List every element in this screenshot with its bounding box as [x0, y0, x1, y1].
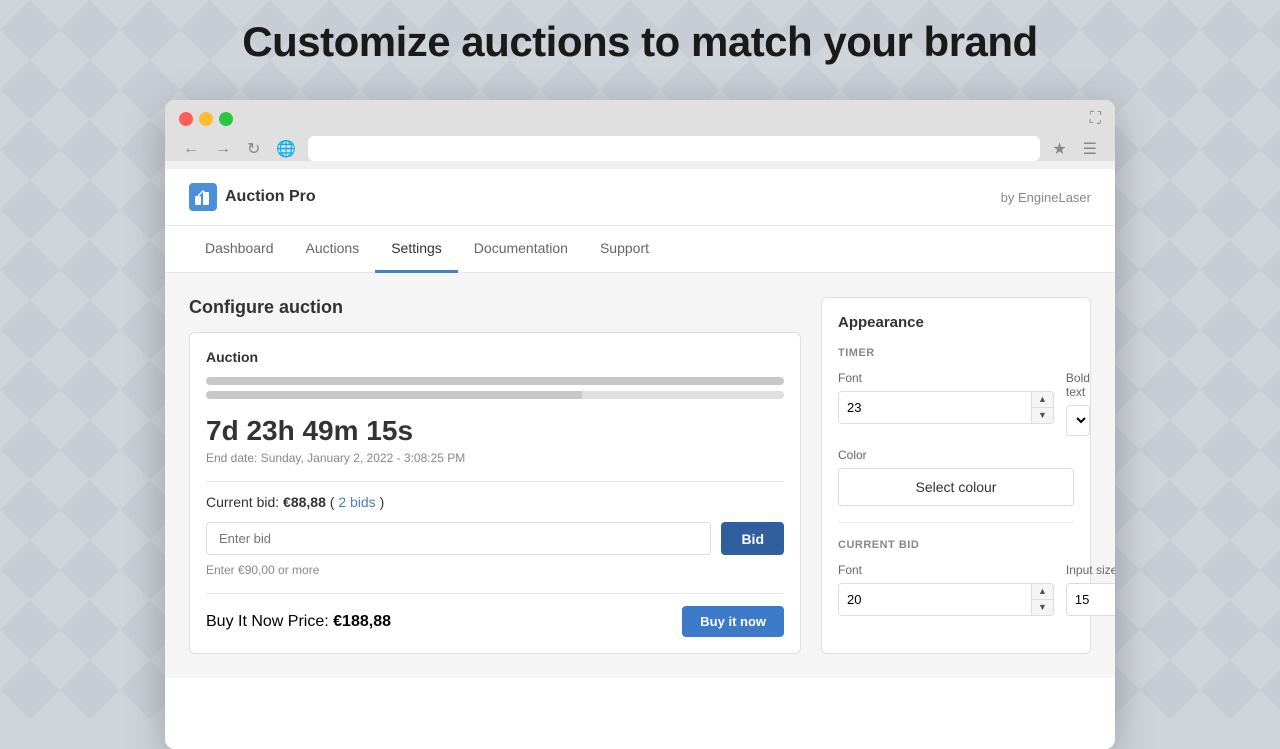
timer-section-label: TIMER — [838, 347, 1074, 359]
logo-icon — [189, 183, 217, 211]
progress-fill-partial — [206, 391, 582, 399]
expand-button[interactable]: ⛶ — [1090, 110, 1101, 128]
bid-count: 2 bids — [338, 494, 375, 510]
tab-documentation[interactable]: Documentation — [458, 226, 584, 273]
color-field-group: Color Select colour — [838, 448, 1074, 506]
color-label: Color — [838, 448, 1074, 462]
app-nav: Dashboard Auctions Settings Documentatio… — [165, 226, 1115, 273]
back-button[interactable]: ← — [179, 138, 203, 160]
font-field-group: Font ▲ ▼ — [838, 371, 1054, 436]
section-divider — [838, 522, 1074, 523]
appearance-panel: Appearance TIMER Font ▲ ▼ — [821, 297, 1091, 654]
menu-icon[interactable]: ☰ — [1079, 137, 1101, 161]
appearance-title: Appearance — [838, 314, 1074, 331]
app-by-label: by EngineLaser — [1001, 190, 1091, 205]
tab-settings[interactable]: Settings — [375, 226, 458, 273]
current-bid-fields: Font ▲ ▼ Input size — [838, 563, 1074, 616]
font-label: Font — [838, 371, 1054, 385]
section-title: Configure auction — [189, 297, 801, 318]
browser-content: Auction Pro by EngineLaser Dashboard Auc… — [165, 169, 1115, 749]
bid-input[interactable] — [206, 522, 711, 555]
input-size-wrapper: ▲ ▼ — [1066, 583, 1115, 616]
min-bid-note: Enter €90,00 or more — [206, 563, 784, 577]
current-bid-font-increment[interactable]: ▲ — [1032, 584, 1053, 600]
select-colour-button[interactable]: Select colour — [838, 468, 1074, 506]
page-heading: Customize auctions to match your brand — [0, 18, 1280, 66]
current-bid-label: Current bid: — [206, 494, 279, 510]
current-bid-font-wrapper: ▲ ▼ — [838, 583, 1054, 616]
buy-now-price: €188,88 — [333, 613, 391, 630]
divider-2 — [206, 593, 784, 594]
progress-bar-partial — [206, 391, 784, 399]
timer-field-row: Font ▲ ▼ Bold text Yes — [838, 371, 1074, 436]
browser-chrome: ⛶ ← → ↻ 🌐 ★ ☰ — [165, 100, 1115, 161]
buy-now-button[interactable]: Buy it now — [682, 606, 784, 637]
traffic-light-red[interactable] — [179, 112, 193, 126]
globe-icon: 🌐 — [272, 137, 300, 161]
forward-button[interactable]: → — [211, 138, 235, 160]
font-spinner: ▲ ▼ — [1031, 392, 1053, 423]
browser-nav: ← → ↻ 🌐 ★ ☰ — [179, 136, 1101, 161]
bold-text-select[interactable]: Yes No — [1066, 405, 1090, 436]
traffic-light-yellow[interactable] — [199, 112, 213, 126]
auction-panel: Auction 7d 23h 49m 15s End date: Sunday,… — [189, 332, 801, 654]
star-icon[interactable]: ★ — [1048, 137, 1070, 161]
traffic-light-green[interactable] — [219, 112, 233, 126]
timer-display: 7d 23h 49m 15s — [206, 415, 784, 447]
refresh-button[interactable]: ↻ — [243, 137, 264, 161]
address-bar[interactable] — [308, 136, 1040, 161]
bid-row: Bid — [206, 522, 784, 555]
font-increment[interactable]: ▲ — [1032, 392, 1053, 408]
bid-button[interactable]: Bid — [721, 522, 784, 555]
current-bid-row: Current bid: €88,88 ( 2 bids ) — [206, 494, 784, 510]
current-bid-font-decrement[interactable]: ▼ — [1032, 600, 1053, 615]
divider-1 — [206, 481, 784, 482]
browser-top-bar: ⛶ — [179, 110, 1101, 128]
font-input-wrapper: ▲ ▼ — [838, 391, 1054, 424]
current-bid-font-spinner: ▲ ▼ — [1031, 584, 1053, 615]
input-size-label: Input size — [1066, 563, 1115, 577]
app-logo: Auction Pro — [189, 183, 316, 211]
progress-bar-full — [206, 377, 784, 385]
current-bid-section-label: CURRENT BID — [838, 539, 1074, 551]
font-decrement[interactable]: ▼ — [1032, 408, 1053, 423]
buy-now-row: Buy It Now Price: €188,88 Buy it now — [206, 606, 784, 637]
current-bid-font-input[interactable] — [839, 584, 1031, 615]
end-date: End date: Sunday, January 2, 2022 - 3:08… — [206, 451, 784, 465]
input-size-group: Input size ▲ ▼ — [1066, 563, 1115, 616]
current-bid-font-label: Font — [838, 563, 1054, 577]
progress-fill-full — [206, 377, 784, 385]
input-size-input[interactable] — [1067, 584, 1115, 615]
tab-dashboard[interactable]: Dashboard — [189, 226, 290, 273]
progress-bars — [206, 377, 784, 399]
bid-amount-value: €88,88 — [283, 494, 326, 510]
buy-now-label: Buy It Now Price: — [206, 613, 329, 630]
app-header: Auction Pro by EngineLaser — [165, 169, 1115, 226]
current-bid-font-group: Font ▲ ▼ — [838, 563, 1054, 616]
browser-window: ⛶ ← → ↻ 🌐 ★ ☰ Auction Pro — [165, 100, 1115, 749]
app-title: Auction Pro — [225, 188, 316, 206]
bold-text-field-group: Bold text Yes No — [1066, 371, 1090, 436]
font-input[interactable] — [839, 392, 1031, 423]
bold-text-label: Bold text — [1066, 371, 1090, 399]
auction-panel-title: Auction — [206, 349, 784, 365]
tab-auctions[interactable]: Auctions — [290, 226, 376, 273]
main-content: Configure auction Auction 7d 23h — [165, 273, 1115, 678]
tab-support[interactable]: Support — [584, 226, 665, 273]
